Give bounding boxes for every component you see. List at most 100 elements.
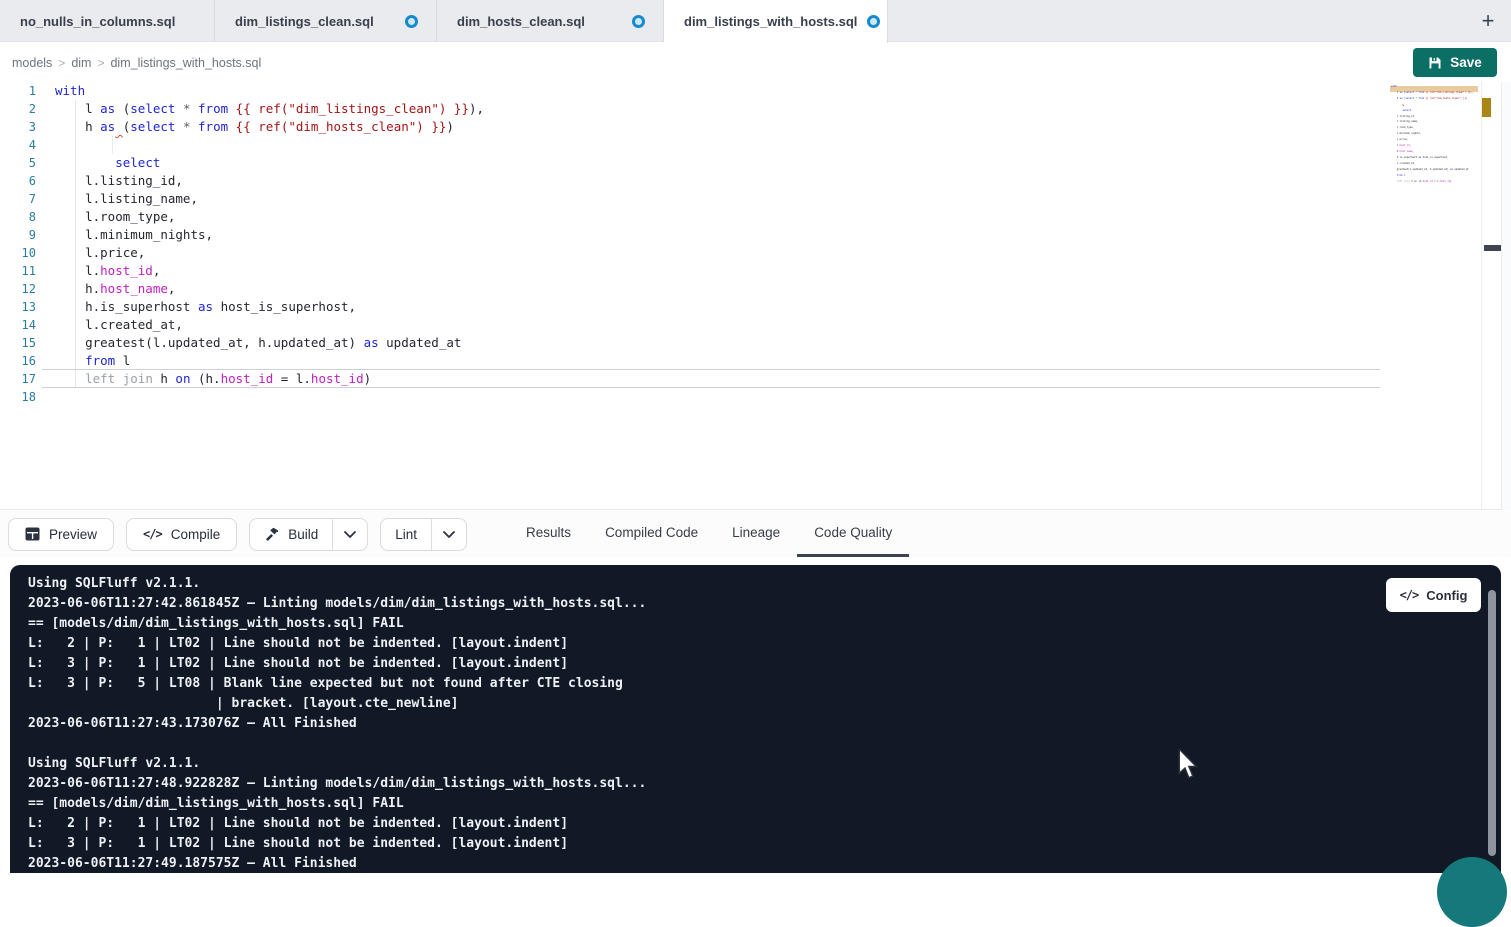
breadcrumb-row: models>dim>dim_listings_with_hosts.sql S… — [0, 43, 1511, 82]
code-brackets-icon: </> — [143, 527, 162, 541]
terminal-scrollbar[interactable] — [1488, 590, 1496, 856]
help-fab-button[interactable] — [1437, 857, 1507, 927]
file-tab-label: dim_listings_clean.sql — [235, 14, 374, 29]
overview-ruler-divider — [1481, 82, 1482, 510]
line-number: 3 — [0, 118, 36, 136]
line-number: 10 — [0, 244, 36, 262]
breadcrumb-item[interactable]: dim — [69, 56, 93, 70]
line-number: 1 — [0, 82, 36, 100]
terminal-line: L: 3 | P: 5 | LT08 | Blank line expected… — [28, 674, 1501, 694]
terminal-line: == [models/dim/dim_listings_with_hosts.s… — [28, 794, 1501, 814]
preview-button-label: Preview — [49, 527, 97, 542]
preview-table-icon — [25, 527, 40, 541]
terminal-line: Using SQLFluff v2.1.1. — [28, 574, 1501, 594]
lint-output-terminal[interactable]: Using SQLFluff v2.1.1.2023-06-06T11:27:4… — [10, 565, 1501, 873]
terminal-line: | bracket. [layout.cte_newline] — [28, 694, 1501, 714]
editor-scrollbar-track[interactable] — [1501, 82, 1511, 510]
line-number: 13 — [0, 298, 36, 316]
code-line[interactable]: 10 l.price, — [0, 244, 1390, 262]
chevron-down-icon — [344, 531, 356, 538]
line-number: 2 — [0, 100, 36, 118]
line-number: 7 — [0, 190, 36, 208]
code-line[interactable]: 5 select — [0, 154, 1390, 172]
line-number: 9 — [0, 226, 36, 244]
unsaved-changes-dot-icon[interactable] — [632, 15, 645, 28]
line-number: 11 — [0, 262, 36, 280]
code-line[interactable]: 2 l as (select * from {{ ref("dim_listin… — [0, 100, 1390, 118]
file-tab[interactable]: no_nulls_in_columns.sql — [0, 0, 215, 42]
terminal-line: L: 3 | P: 1 | LT02 | Line should not be … — [28, 654, 1501, 674]
terminal-line: 2023-06-06T11:27:42.861845Z — Linting mo… — [28, 594, 1501, 614]
terminal-line — [28, 734, 1501, 754]
editor-minimap[interactable]: with l as (select * from {{ ref("dim_lis… — [1391, 84, 1479, 209]
line-number: 16 — [0, 352, 36, 370]
code-line[interactable]: 18 — [0, 388, 1390, 406]
code-line[interactable]: 7 l.listing_name, — [0, 190, 1390, 208]
line-number: 14 — [0, 316, 36, 334]
overview-ruler-modified-marker — [1482, 98, 1491, 117]
panel-tab-lineage[interactable]: Lineage — [715, 511, 797, 557]
code-line[interactable]: 6 l.listing_id, — [0, 172, 1390, 190]
code-line[interactable]: 9 l.minimum_nights, — [0, 226, 1390, 244]
code-line[interactable]: 16 from l — [0, 352, 1390, 370]
preview-button[interactable]: Preview — [8, 518, 114, 551]
build-split-button: Build — [249, 518, 368, 551]
terminal-output: Using SQLFluff v2.1.1.2023-06-06T11:27:4… — [10, 565, 1501, 874]
build-dropdown-button[interactable] — [332, 519, 367, 550]
config-button[interactable]: </> Config — [1386, 578, 1481, 612]
code-line[interactable]: 4 — [0, 136, 1390, 154]
panel-tab-results[interactable]: Results — [509, 511, 588, 557]
build-button[interactable]: Build — [250, 519, 332, 550]
config-button-label: Config — [1426, 588, 1467, 603]
panel-tab-code-quality[interactable]: Code Quality — [797, 511, 909, 557]
line-number: 5 — [0, 154, 36, 172]
action-toolbar: Preview </> Compile Build Lint Resu — [0, 511, 1511, 557]
line-number: 18 — [0, 388, 36, 406]
chevron-down-icon — [443, 531, 455, 538]
hammer-icon — [264, 527, 279, 542]
line-number: 17 — [0, 370, 36, 388]
line-number: 4 — [0, 136, 36, 154]
file-tab-label: dim_listings_with_hosts.sql — [684, 14, 857, 29]
code-line[interactable]: 1with — [0, 82, 1390, 100]
terminal-line: 2023-06-06T11:27:48.922828Z — Linting mo… — [28, 774, 1501, 794]
breadcrumb-item[interactable]: dim_listings_with_hosts.sql — [108, 56, 263, 70]
lint-button[interactable]: Lint — [381, 519, 431, 550]
line-number: 6 — [0, 172, 36, 190]
save-button[interactable]: Save — [1413, 48, 1497, 77]
code-line[interactable]: 11 l.host_id, — [0, 262, 1390, 280]
save-floppy-icon — [1428, 56, 1442, 70]
code-line[interactable]: 12 h.host_name, — [0, 280, 1390, 298]
terminal-line: L: 2 | P: 1 | LT02 | Line should not be … — [28, 814, 1501, 834]
breadcrumb-item[interactable]: models — [10, 56, 54, 70]
file-tab[interactable]: dim_listings_clean.sql — [215, 0, 437, 42]
lint-dropdown-button[interactable] — [431, 519, 466, 550]
unsaved-changes-dot-icon[interactable] — [867, 15, 880, 28]
code-line[interactable]: 15 greatest(l.updated_at, h.updated_at) … — [0, 334, 1390, 352]
code-editor[interactable]: 1with2 l as (select * from {{ ref("dim_l… — [0, 82, 1511, 510]
code-line[interactable]: 3 h as (select * from {{ ref("dim_hosts_… — [0, 118, 1390, 136]
code-line[interactable]: 8 l.room_type, — [0, 208, 1390, 226]
panel-tabs: ResultsCompiled CodeLineageCode Quality — [509, 511, 909, 557]
mouse-cursor — [1177, 749, 1199, 781]
build-button-label: Build — [288, 527, 318, 542]
breadcrumb: models>dim>dim_listings_with_hosts.sql — [10, 43, 263, 82]
file-tab[interactable]: dim_hosts_clean.sql — [437, 0, 664, 42]
editor-tab-bar: no_nulls_in_columns.sql dim_listings_clea… — [0, 0, 1511, 42]
code-line[interactable]: 14 l.created_at, — [0, 316, 1390, 334]
overview-ruler-cursor-marker — [1484, 245, 1501, 251]
panel-tab-compiled-code[interactable]: Compiled Code — [588, 511, 715, 557]
file-tab-label: no_nulls_in_columns.sql — [20, 14, 175, 29]
lint-button-label: Lint — [395, 527, 417, 542]
terminal-line: 2023-06-06T11:27:43.173076Z — All Finish… — [28, 714, 1501, 734]
breadcrumb-separator-icon: > — [54, 56, 69, 70]
terminal-line: L: 3 | P: 1 | LT02 | Line should not be … — [28, 834, 1501, 854]
code-line[interactable]: 17 left join h on (h.host_id = l.host_id… — [0, 370, 1390, 388]
terminal-line: 2023-06-06T11:27:49.187575Z — All Finish… — [28, 854, 1501, 874]
unsaved-changes-dot-icon[interactable] — [405, 15, 418, 28]
new-tab-button[interactable]: + — [1471, 0, 1505, 42]
code-brackets-icon: </> — [1400, 588, 1419, 602]
file-tab[interactable]: dim_listings_with_hosts.sql — [664, 0, 888, 43]
compile-button[interactable]: </> Compile — [126, 518, 237, 551]
code-line[interactable]: 13 h.is_superhost as host_is_superhost, — [0, 298, 1390, 316]
